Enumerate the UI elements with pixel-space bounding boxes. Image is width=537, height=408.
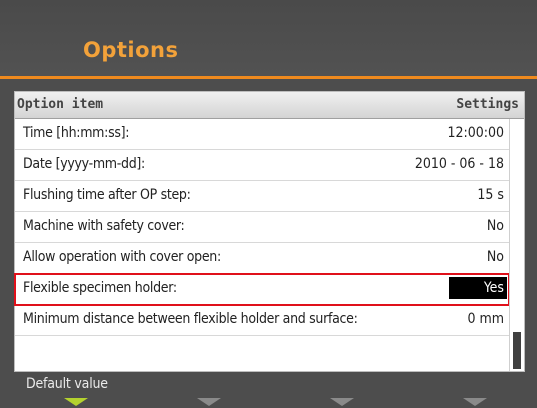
page-title: Options	[83, 38, 179, 62]
option-value[interactable]: 2010 - 06 - 18	[412, 156, 507, 172]
row-date[interactable]: Date [yyyy-mm-dd]: 2010 - 06 - 18	[15, 150, 509, 181]
softkey-4-arrow-icon[interactable]	[463, 398, 487, 406]
options-screen: Options Option item Settings Time [hh:mm…	[0, 0, 537, 408]
row-flushing-time[interactable]: Flushing time after OP step: 15 s	[15, 181, 509, 212]
option-label: Time [hh:mm:ss]:	[23, 125, 130, 141]
row-flexible-holder[interactable]: Flexible specimen holder: Yes	[14, 273, 510, 306]
option-label: Flushing time after OP step:	[23, 187, 191, 203]
row-time[interactable]: Time [hh:mm:ss]: 12:00:00	[15, 119, 509, 150]
option-value-selected[interactable]: Yes	[449, 277, 507, 299]
footer: Default value	[0, 372, 537, 408]
row-cover-open[interactable]: Allow operation with cover open: No	[15, 243, 509, 274]
scrollbar[interactable]	[509, 119, 524, 371]
table-rows: Time [hh:mm:ss]: 12:00:00 Date [yyyy-mm-…	[14, 119, 510, 336]
option-value[interactable]: 15 s	[474, 187, 507, 203]
column-header-settings: Settings	[456, 97, 519, 112]
option-label: Flexible specimen holder:	[23, 280, 177, 296]
option-label: Machine with safety cover:	[23, 218, 185, 234]
option-value[interactable]: 0 mm	[464, 311, 507, 327]
row-safety-cover[interactable]: Machine with safety cover: No	[15, 212, 509, 243]
option-label: Allow operation with cover open:	[23, 249, 221, 265]
softkey-1-arrow-icon[interactable]	[64, 398, 88, 406]
header: Options	[0, 0, 537, 76]
scrollbar-thumb[interactable]	[513, 332, 521, 369]
option-label: Date [yyyy-mm-dd]:	[23, 156, 145, 172]
option-value[interactable]: 12:00:00	[444, 125, 507, 141]
option-value[interactable]: No	[484, 218, 507, 234]
option-label: Minimum distance between flexible holder…	[23, 311, 358, 327]
softkey-label: Default value	[26, 376, 108, 392]
softkey-2-arrow-icon[interactable]	[197, 398, 221, 406]
column-header-option-item: Option item	[17, 97, 104, 112]
table-header: Option item Settings	[15, 92, 524, 119]
option-value[interactable]: No	[484, 249, 507, 265]
header-divider	[0, 76, 537, 79]
row-minimum-distance[interactable]: Minimum distance between flexible holder…	[15, 305, 509, 336]
options-table: Option item Settings Time [hh:mm:ss]: 12…	[14, 91, 525, 372]
softkey-3-arrow-icon[interactable]	[330, 398, 354, 406]
